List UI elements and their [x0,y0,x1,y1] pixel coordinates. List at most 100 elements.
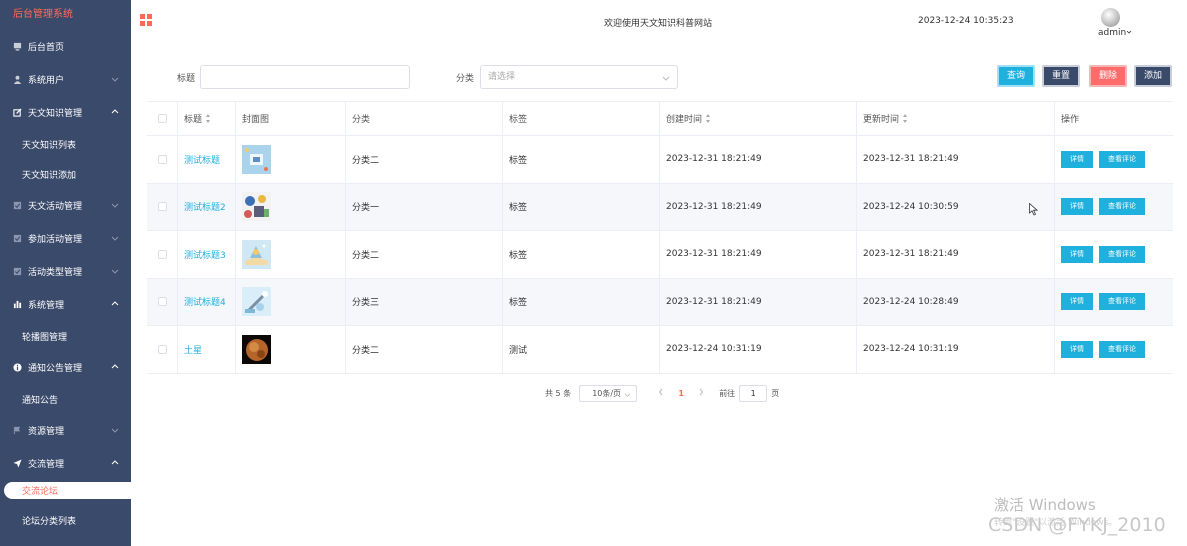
page-number[interactable]: 1 [671,389,691,398]
col-created[interactable]: 创建时间 [660,102,857,135]
row-checkbox[interactable] [157,344,167,354]
category-cell: 分类二 [346,136,503,183]
chevron-down-icon [111,77,119,82]
cover-thumbnail[interactable] [242,287,271,317]
sidebar-item-home[interactable]: 后台首页 [0,30,131,63]
sidebar-item-label: 通知公告管理 [28,364,83,374]
sidebar-item-notice[interactable]: 通知公告管理 [0,351,131,384]
detail-button[interactable]: 详情 [1061,198,1093,216]
query-button[interactable]: 查询 [997,65,1035,87]
row-select-cell [147,136,178,183]
sidebar-item-resources[interactable]: 资源管理 [0,414,131,447]
tag-cell: 标签 [503,136,660,183]
ops-cell: 详情 查看评论 [1055,184,1173,231]
title-link[interactable]: 土星 [184,343,202,356]
view-comments-button[interactable]: 查看评论 [1099,150,1145,168]
col-updated[interactable]: 更新时间 [857,102,1055,135]
col-category-label: 分类 [352,115,371,125]
title-link[interactable]: 测试标题2 [184,200,226,213]
sidebar-item-activity-type[interactable]: 活动类型管理 [0,255,131,288]
checkbox-icon [12,201,22,211]
row-checkbox[interactable] [157,202,167,212]
avatar[interactable] [1101,8,1120,27]
category-cell: 分类二 [346,231,503,278]
row-checkbox[interactable] [157,249,167,259]
cover-thumbnail[interactable] [242,239,271,269]
page-size-value: 10条/页 [592,388,622,398]
table-row: 测试标题2 分类一 标签 2023-12-31 18:21:49 2023-12… [147,183,1173,231]
sidebar-subitem-knowledge-list[interactable]: 天文知识列表 [0,129,131,159]
sidebar-subitem-notice[interactable]: 通知公告 [0,384,131,414]
chevron-down-icon [111,236,119,241]
info-icon [12,363,22,373]
created-cell: 2023-12-31 18:21:49 [660,278,857,325]
cover-thumbnail[interactable] [242,334,271,364]
sidebar-item-users[interactable]: 系统用户 [0,63,131,96]
select-all-checkbox[interactable] [157,114,167,123]
view-comments-button[interactable]: 查看评论 [1099,198,1145,216]
goto-page-input[interactable]: 1 [739,384,768,402]
sidebar-subitem-forum[interactable]: 交流论坛 [4,482,131,499]
sidebar-item-label: 系统管理 [28,301,65,311]
sidebar-item-join-activity[interactable]: 参加活动管理 [0,222,131,255]
sidebar-item-communication[interactable]: 交流管理 [0,447,131,480]
col-ops-label: 操作 [1061,115,1080,125]
view-comments-button[interactable]: 查看评论 [1099,245,1145,263]
sidebar-subitem-forum-category[interactable]: 论坛分类列表 [0,505,131,535]
reset-button[interactable]: 重置 [1042,65,1080,87]
delete-button[interactable]: 删除 [1089,65,1127,87]
sort-icon[interactable] [903,114,908,123]
sidebar-subitem-knowledge-add[interactable]: 天文知识添加 [0,159,131,189]
tag-cell: 标签 [503,278,660,325]
title-link[interactable]: 测试标题 [184,153,220,166]
user-icon [12,75,22,85]
sort-icon[interactable] [206,114,211,123]
sidebar-item-astro-activity[interactable]: 天文活动管理 [0,189,131,222]
title-cell: 测试标题 [178,136,236,183]
detail-button[interactable]: 详情 [1061,150,1093,168]
username: admin [1098,28,1127,38]
user-menu[interactable]: admin [1098,28,1132,38]
row-checkbox[interactable] [157,154,167,164]
created-cell: 2023-12-31 18:21:49 [660,136,857,183]
col-title[interactable]: 标题 [178,102,236,135]
col-cover: 封面图 [236,102,346,135]
sidebar-item-label: 天文知识管理 [28,109,83,119]
view-comments-button[interactable]: 查看评论 [1099,293,1145,311]
chevron-left-icon [659,388,663,396]
prev-page-button[interactable] [651,388,671,398]
category-cell: 分类二 [346,326,503,373]
title-search-input[interactable] [200,65,410,89]
page-size-select[interactable]: 10条/页 [579,384,638,402]
chevron-down-icon [624,392,631,397]
app-grid-icon[interactable] [140,14,152,29]
ops-cell: 详情 查看评论 [1055,326,1173,373]
detail-button[interactable]: 详情 [1061,340,1093,358]
sort-icon[interactable] [706,114,711,123]
title-link[interactable]: 测试标题3 [184,248,226,261]
cover-thumbnail[interactable] [242,144,271,174]
chevron-down-icon [662,76,670,81]
cover-thumbnail[interactable] [242,192,271,222]
sidebar-item-system[interactable]: 系统管理 [0,288,131,321]
add-button[interactable]: 添加 [1134,65,1172,87]
row-checkbox[interactable] [157,297,167,307]
ops-cell: 详情 查看评论 [1055,136,1173,183]
view-comments-button[interactable]: 查看评论 [1099,340,1145,358]
sidebar-subitem-carousel[interactable]: 轮播图管理 [0,321,131,351]
next-page-button[interactable] [691,388,711,398]
sidebar: 后台管理系统 后台首页 系统用户 天文知识管理 天文知识列表 天文知识添加 天文… [0,0,131,546]
row-select-cell [147,183,178,230]
detail-button[interactable]: 详情 [1061,293,1093,311]
chevron-down-icon [111,269,119,274]
created-cell: 2023-12-24 10:31:19 [660,326,857,373]
sidebar-item-astro-knowledge[interactable]: 天文知识管理 [0,96,131,129]
chevron-up-icon [111,109,119,114]
sidebar-item-label: 系统用户 [28,76,65,86]
row-select-cell [147,326,178,373]
windows-activation-watermark: 激活 Windows [994,496,1096,514]
col-updated-label: 更新时间 [863,115,900,125]
title-link[interactable]: 测试标题4 [184,295,226,308]
category-select[interactable]: 请选择 [480,65,678,89]
detail-button[interactable]: 详情 [1061,245,1093,263]
